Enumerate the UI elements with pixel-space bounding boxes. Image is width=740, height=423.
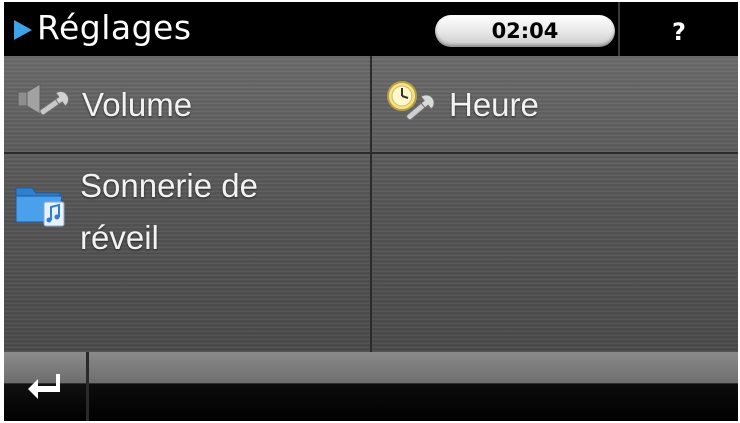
page-title: Réglages xyxy=(37,8,192,47)
back-button[interactable] xyxy=(4,352,86,421)
header-bar: Réglages 02:04 ? xyxy=(4,2,738,56)
settings-screen: Réglages 02:04 ? Volume Heure Sonnerie d… xyxy=(4,2,738,421)
help-button[interactable]: ? xyxy=(620,2,738,56)
speaker-wrench-icon xyxy=(16,82,70,124)
clock-wrench-icon xyxy=(384,78,438,128)
menu-item-heure-label: Heure xyxy=(449,86,539,123)
footer-toolbar xyxy=(89,352,738,421)
menu-item-volume[interactable]: Volume xyxy=(4,56,372,154)
clock-display: 02:04 xyxy=(435,15,615,47)
menu-item-sonnerie-de-reveil[interactable]: Sonnerie de réveil xyxy=(4,154,372,352)
return-arrow-icon xyxy=(26,372,66,408)
music-folder-icon xyxy=(14,176,70,232)
menu-item-sonnerie-label: Sonnerie de réveil xyxy=(80,167,258,256)
title-arrow-icon xyxy=(14,20,32,40)
menu-item-heure[interactable]: Heure xyxy=(372,56,738,154)
menu-item-volume-label: Volume xyxy=(82,86,193,123)
menu-empty-slot xyxy=(372,154,738,352)
footer-bar xyxy=(4,352,738,421)
settings-menu: Volume Heure Sonnerie de réveil xyxy=(4,56,738,352)
